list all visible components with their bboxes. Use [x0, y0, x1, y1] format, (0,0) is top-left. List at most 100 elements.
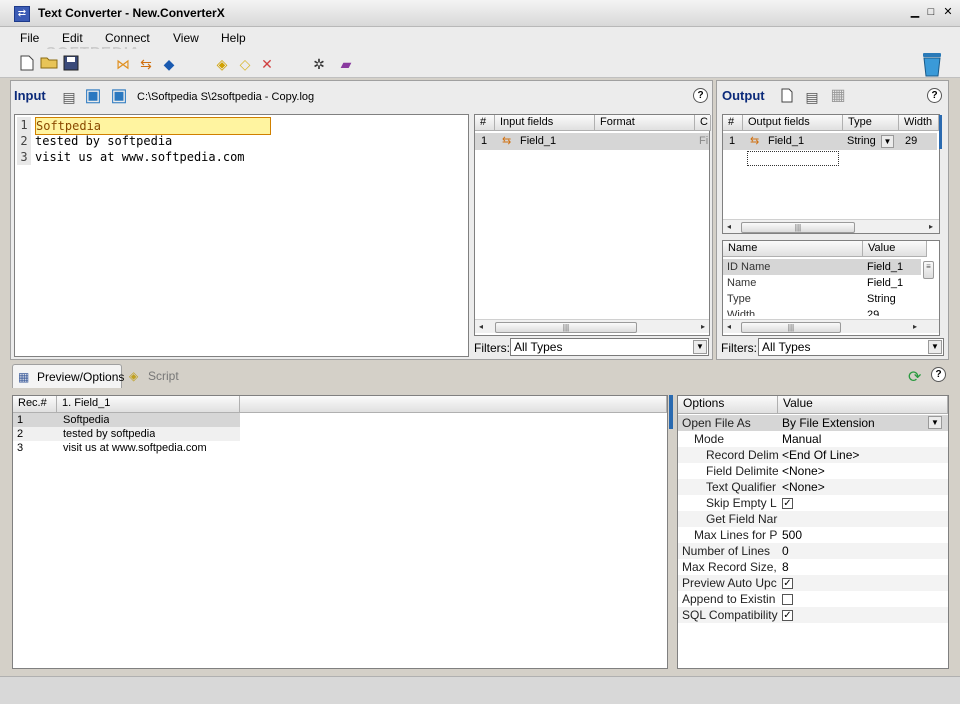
option-row[interactable]: Max Record Size, 8	[678, 559, 948, 575]
tab-label: Preview/Options	[37, 370, 125, 384]
menu-file[interactable]: File	[20, 31, 39, 45]
col-header[interactable]: 1. Field_1	[57, 396, 240, 413]
open-folder-icon[interactable]	[40, 55, 58, 73]
option-value[interactable]: ✓	[782, 578, 793, 589]
h-scrollbar[interactable]: ◂ ||| ▸	[475, 319, 709, 333]
refresh-icon[interactable]: ⟳	[908, 367, 921, 387]
menu-connect[interactable]: Connect	[105, 31, 150, 45]
line-number: 1	[17, 117, 31, 133]
option-name: Max Record Size,	[682, 560, 777, 574]
option-name: Record Delim	[706, 448, 778, 462]
tools-icon[interactable]: ✲	[310, 55, 328, 73]
col-header[interactable]: Width	[899, 115, 939, 131]
prop-value: Field_1	[867, 277, 904, 289]
option-row[interactable]: Skip Empty L ✓	[678, 495, 948, 511]
copy-icon[interactable]: ▤	[803, 88, 821, 106]
option-row[interactable]: Field Delimite <None>	[678, 463, 948, 479]
option-row[interactable]: Open File As By File Extension ▼	[678, 415, 948, 431]
option-value[interactable]: ✓	[782, 498, 793, 509]
input-text-editor[interactable]: 1 Softpedia 2 tested by softpedia 3 visi…	[14, 114, 469, 357]
menu-view[interactable]: View	[173, 31, 199, 45]
h-scrollbar[interactable]: ◂ ||| ▸	[723, 219, 939, 233]
new-file-icon[interactable]	[18, 55, 36, 73]
tab-label: Script	[148, 369, 179, 383]
printer-icon[interactable]: ▤	[60, 88, 78, 106]
col-header[interactable]: #	[723, 115, 743, 131]
close-button[interactable]: ✕	[941, 5, 955, 19]
col-header[interactable]: Type	[843, 115, 899, 131]
new-output-icon[interactable]	[778, 88, 796, 106]
save-icon[interactable]	[62, 55, 80, 73]
convert-icon[interactable]: ◆	[160, 55, 178, 73]
connect-icon[interactable]: ⋈	[114, 55, 132, 73]
field-c: Fi	[699, 135, 709, 147]
maximize-button[interactable]: □	[924, 5, 938, 19]
prop-value: 29	[867, 309, 880, 316]
minimize-button[interactable]: ▁	[908, 5, 922, 19]
preview-help-icon[interactable]: ?	[931, 367, 946, 382]
menu-edit[interactable]: Edit	[62, 31, 83, 45]
menu-help[interactable]: Help	[221, 31, 246, 45]
output-image-icon[interactable]: ▦	[829, 87, 847, 105]
v-scrollbar[interactable]: ≡	[923, 259, 935, 315]
h-scrollbar[interactable]: ◂ ||| ▸	[723, 319, 939, 333]
option-value[interactable]	[782, 594, 793, 605]
book-icon[interactable]: ▰	[337, 55, 355, 73]
option-row[interactable]: Append to Existin	[678, 591, 948, 607]
file-open-icon[interactable]: ▣	[110, 86, 128, 104]
option-row[interactable]: Mode Manual	[678, 431, 948, 447]
chevron-down-icon[interactable]: ▼	[693, 340, 707, 354]
option-name: Field Delimite	[706, 464, 778, 478]
option-name: Number of Lines	[682, 544, 771, 558]
option-name: Skip Empty L	[706, 496, 777, 510]
script-icon: ◈	[129, 369, 139, 383]
table-row[interactable]	[13, 413, 240, 427]
delete-icon[interactable]: ✕	[258, 55, 276, 73]
file-view-icon[interactable]: ▣	[84, 86, 102, 104]
splitter[interactable]	[669, 395, 673, 429]
trash-icon[interactable]	[920, 51, 944, 77]
option-row[interactable]: SQL Compatibility ✓	[678, 607, 948, 623]
col-header[interactable]: Rec.#	[13, 396, 57, 413]
input-title: Input	[14, 88, 46, 103]
option-value: <None>	[782, 464, 825, 478]
status-bar	[0, 676, 960, 704]
chevron-down-icon[interactable]: ▼	[928, 340, 942, 354]
option-value[interactable]: By File Extension	[782, 415, 875, 431]
option-name: Text Qualifier	[706, 480, 777, 494]
type-dropdown-icon[interactable]: ▼	[881, 135, 894, 148]
option-value[interactable]: ✓	[782, 610, 793, 621]
option-row[interactable]: Record Delim <End Of Line>	[678, 447, 948, 463]
input-filter-select[interactable]: All Types ▼	[510, 338, 709, 356]
col-header[interactable]: Input fields	[495, 115, 595, 131]
new-field-cell[interactable]	[747, 151, 839, 166]
col-header[interactable]: C	[695, 115, 711, 131]
output-filters-label: Filters:	[721, 341, 757, 355]
col-header[interactable]: Output fields	[743, 115, 843, 131]
field-number: 1	[729, 135, 736, 147]
option-row[interactable]: Text Qualifier <None>	[678, 479, 948, 495]
tag-icon[interactable]: ◇	[236, 55, 254, 73]
input-fields-grid: # Input fields Format C 1 ⇆ Field_1 Fi ◂…	[474, 114, 711, 336]
input-help-icon[interactable]: ?	[693, 88, 708, 103]
option-row[interactable]: Get Field Nar	[678, 511, 948, 527]
option-row[interactable]: Number of Lines 0	[678, 543, 948, 559]
option-name: Get Field Nar	[706, 512, 778, 526]
tag-add-icon[interactable]: ◈	[213, 55, 231, 73]
output-help-icon[interactable]: ?	[927, 88, 942, 103]
option-row[interactable]: Preview Auto Upc ✓	[678, 575, 948, 591]
option-row[interactable]: Max Lines for P 500	[678, 527, 948, 543]
prop-value: String	[867, 293, 896, 305]
tab-preview-options[interactable]: ▦ Preview/Options	[12, 364, 125, 388]
prop-value: Field_1	[867, 261, 904, 273]
output-fields-grid: # Output fields Type Width 1 ⇆ Field_1 S…	[722, 114, 942, 234]
field-icon: ⇆	[750, 135, 760, 147]
chevron-down-icon[interactable]: ▼	[928, 416, 942, 429]
tab-script[interactable]: ◈ Script	[126, 364, 196, 388]
col-header[interactable]: Format	[595, 115, 695, 131]
col-header[interactable]: #	[475, 115, 495, 131]
line-number: 2	[17, 133, 31, 149]
splitter[interactable]	[939, 115, 942, 149]
transfer-icon[interactable]: ⇆	[137, 55, 155, 73]
output-filter-select[interactable]: All Types ▼	[758, 338, 944, 356]
